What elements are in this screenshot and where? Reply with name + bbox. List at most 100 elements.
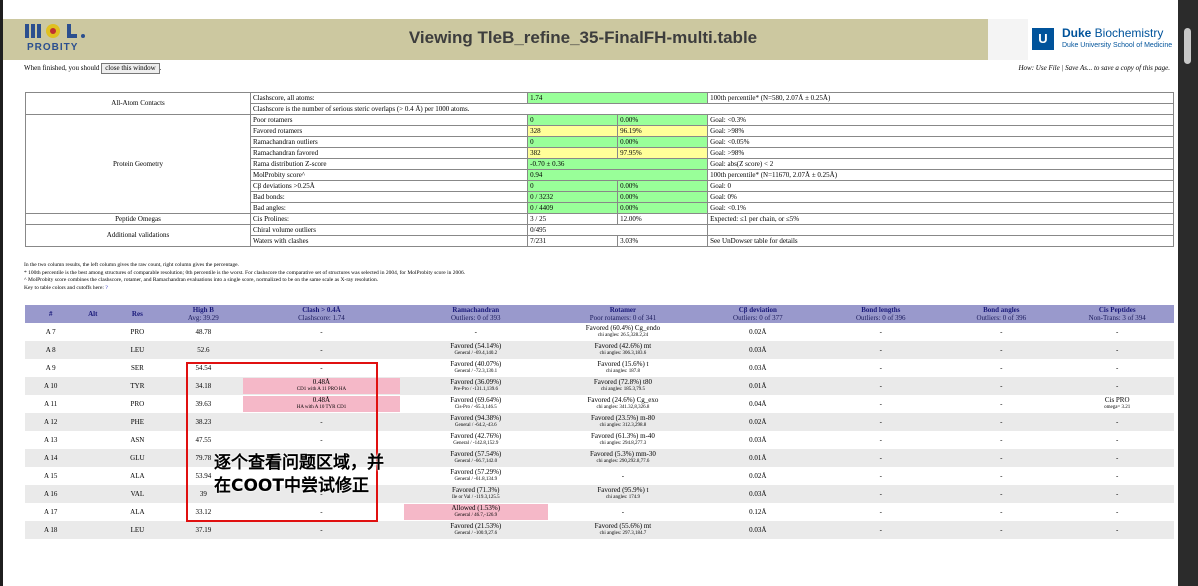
bond-length-cell-content: - <box>821 508 940 516</box>
column-header[interactable]: Ramachandran Outliers: 0 of 393 <box>401 305 550 323</box>
column-header[interactable]: Cβ deviation Outliers: 0 of 377 <box>696 305 820 323</box>
ramachandran-cell-content: Favored (54.14%) General / -69.4,140.2 <box>404 343 548 357</box>
high-b-value: 37.19 <box>165 521 241 539</box>
bond-angle-cell-main: - <box>1000 399 1003 408</box>
summary-row: Protein Geometry Poor rotamers 0 0.00% Goal:… <box>25 114 1174 214</box>
alt-cell <box>76 341 110 359</box>
bond-length-cell-main: - <box>879 345 882 354</box>
bond-length-cell: - <box>819 503 943 521</box>
cb-deviation-cell-main: 0.02Å <box>749 471 767 480</box>
column-header[interactable]: Cis Peptides Non-Trans: 3 of 394 <box>1060 305 1174 323</box>
ramachandran-cell: Favored (94.38%) General / -64.2,-43.6 <box>401 413 550 431</box>
residue-number: A 9 <box>25 359 77 377</box>
bond-length-cell-content: - <box>821 435 940 444</box>
scrollbar-thumb[interactable] <box>1184 28 1191 64</box>
rotamer-cell: Favored (61.3%) m-40 chi angles: 294.8,27… <box>549 431 697 449</box>
ramachandran-cell-content: Favored (40.07%) General / -72.3,130.1 <box>404 361 548 375</box>
bond-length-cell: - <box>819 521 943 539</box>
category-additional: Additional validations <box>25 224 251 247</box>
page-edge <box>0 0 3 586</box>
bond-length-cell: - <box>819 467 943 485</box>
rotamer-cell: Favored (5.3%) mm-30 chi angles: 290,292.… <box>549 449 697 467</box>
cis-peptide-cell-content: Cis PRO omega= 3.21 <box>1062 397 1172 411</box>
ramachandran-cell: Allowed (1.53%) General / 46.7,-126.9 <box>401 503 550 521</box>
metric-label: Ramachandran outliers <box>249 136 529 148</box>
rotamer-cell-content: Favored (55.6%) mt chi angles: 297.3,184.… <box>552 523 695 537</box>
metric-percent: 0.00% <box>617 191 709 203</box>
clash-cell-content: - <box>243 328 400 336</box>
column-header[interactable]: Alt <box>76 305 110 323</box>
bond-angle-cell-main: - <box>1000 471 1003 480</box>
cis-peptide-cell-content: - <box>1062 328 1172 336</box>
residue-number: A 8 <box>25 341 77 359</box>
cis-peptide-cell: - <box>1060 521 1174 539</box>
cis-peptide-cell-content: - <box>1062 453 1172 462</box>
ramachandran-cell-main: - <box>474 327 477 336</box>
color-key-link[interactable]: ? <box>105 285 107 291</box>
rotamer-cell-main: Favored (95.9%) t <box>597 486 649 494</box>
bond-angle-cell-content: - <box>944 526 1058 534</box>
column-header[interactable]: Clash > 0.4Å Clashscore: 1.74 <box>241 305 402 323</box>
table-row[interactable]: A 8 LEU 52.6 - Favored (54.14%) General / -69… <box>25 341 1174 359</box>
cis-peptide-cell-content: - <box>1062 364 1172 372</box>
table-row[interactable]: A 18 LEU 37.19 - Favored (21.53%) General / -… <box>25 521 1174 539</box>
column-header[interactable]: Bond angles Outliers: 0 of 396 <box>942 305 1061 323</box>
column-header[interactable]: High B Avg: 39.29 <box>165 305 241 323</box>
bond-angle-cell-content: - <box>944 364 1058 372</box>
column-header[interactable]: Bond lengths Outliers: 0 of 396 <box>819 305 943 323</box>
column-header[interactable]: # <box>25 305 77 323</box>
bond-length-cell-main: - <box>879 435 882 444</box>
residue-name-content: TYR <box>111 382 164 390</box>
column-header[interactable]: Res <box>109 305 166 323</box>
cb-deviation-cell-content: 0.03Å <box>698 346 817 354</box>
vertical-scrollbar[interactable] <box>1178 0 1198 586</box>
bond-length-cell-main: - <box>879 381 882 390</box>
highlight-box <box>186 362 378 522</box>
cb-deviation-cell-content: 0.03Å <box>698 364 817 372</box>
cb-deviation-cell-main: 0.04Å <box>749 399 767 408</box>
bond-angle-cell: - <box>942 503 1061 521</box>
rotamer-cell-main: Favored (61.3%) m-40 <box>590 432 655 440</box>
residue-name-main: ALA <box>130 471 145 480</box>
residue-name: ASN <box>109 431 166 449</box>
bond-angle-cell-content: - <box>944 382 1058 390</box>
cb-deviation-cell-content: 0.03Å <box>698 490 817 498</box>
metric-percent: 0.00% <box>617 202 709 214</box>
bond-angle-cell-main: - <box>1000 345 1003 354</box>
bond-angle-cell: - <box>942 521 1061 539</box>
rotamer-cell-content: Favored (23.5%) m-80 chi angles: 312.3,29… <box>552 415 695 429</box>
residue-name-main: ALA <box>130 507 145 516</box>
bond-angle-cell-main: - <box>1000 327 1003 336</box>
residue-number-main: A 12 <box>43 417 58 426</box>
table-row[interactable]: A 7 PRO 48.78 - - Favored (60.4%) Cg_endo chi … <box>25 323 1174 341</box>
residue-name-main: PRO <box>130 399 145 408</box>
rotamer-cell-detail: chi angles: 290,292.8,77.6 <box>596 459 650 464</box>
residue-number-main: A 10 <box>43 381 58 390</box>
bond-angle-cell-content: - <box>944 327 1058 336</box>
residue-name: VAL <box>109 485 166 503</box>
rotamer-cell: Favored (72.8%) t80 chi angles: 185.3,79.… <box>549 377 697 395</box>
metric-label: Rama distribution Z-score <box>249 158 529 170</box>
cb-deviation-cell-content: 0.12Å <box>698 508 817 516</box>
cis-peptide-cell: - <box>1060 323 1174 341</box>
column-header[interactable]: Rotamer Poor rotamers: 0 of 341 <box>549 305 697 323</box>
rotamer-cell-main: Favored (72.8%) t80 <box>593 378 653 386</box>
duke-banner[interactable]: U Duke Biochemistry Duke University Scho… <box>988 19 1178 60</box>
cb-deviation-cell: 0.03Å <box>696 521 820 539</box>
residue-name-content: PRO <box>111 328 164 336</box>
clashscore-label: Clashscore, all atoms: <box>249 92 529 104</box>
residue-number-content: A 13 <box>27 436 74 444</box>
close-window-button[interactable]: close this window <box>101 63 160 74</box>
residue-number: A 16 <box>25 485 77 503</box>
bond-angle-cell: - <box>942 377 1061 395</box>
save-howto: How: Use File | Save As... to save a cop… <box>1018 64 1171 72</box>
cis-peptide-cell-main: - <box>1116 453 1119 462</box>
metric-label: Bad bonds: <box>249 191 529 203</box>
rotamer-cell-main: Favored (42.6%) mt <box>594 342 652 350</box>
residue-number: A 13 <box>25 431 77 449</box>
clash-cell: - <box>241 341 402 359</box>
bond-length-cell-content: - <box>821 328 940 336</box>
rotamer-cell-detail: chi angles: 294.8,277.3 <box>599 441 647 446</box>
rotamer-cell-detail: chi angles: 174.9 <box>605 495 640 500</box>
browser-page: PROBITY Viewing TleB_refine_35-FinalFH-m… <box>0 0 1178 586</box>
